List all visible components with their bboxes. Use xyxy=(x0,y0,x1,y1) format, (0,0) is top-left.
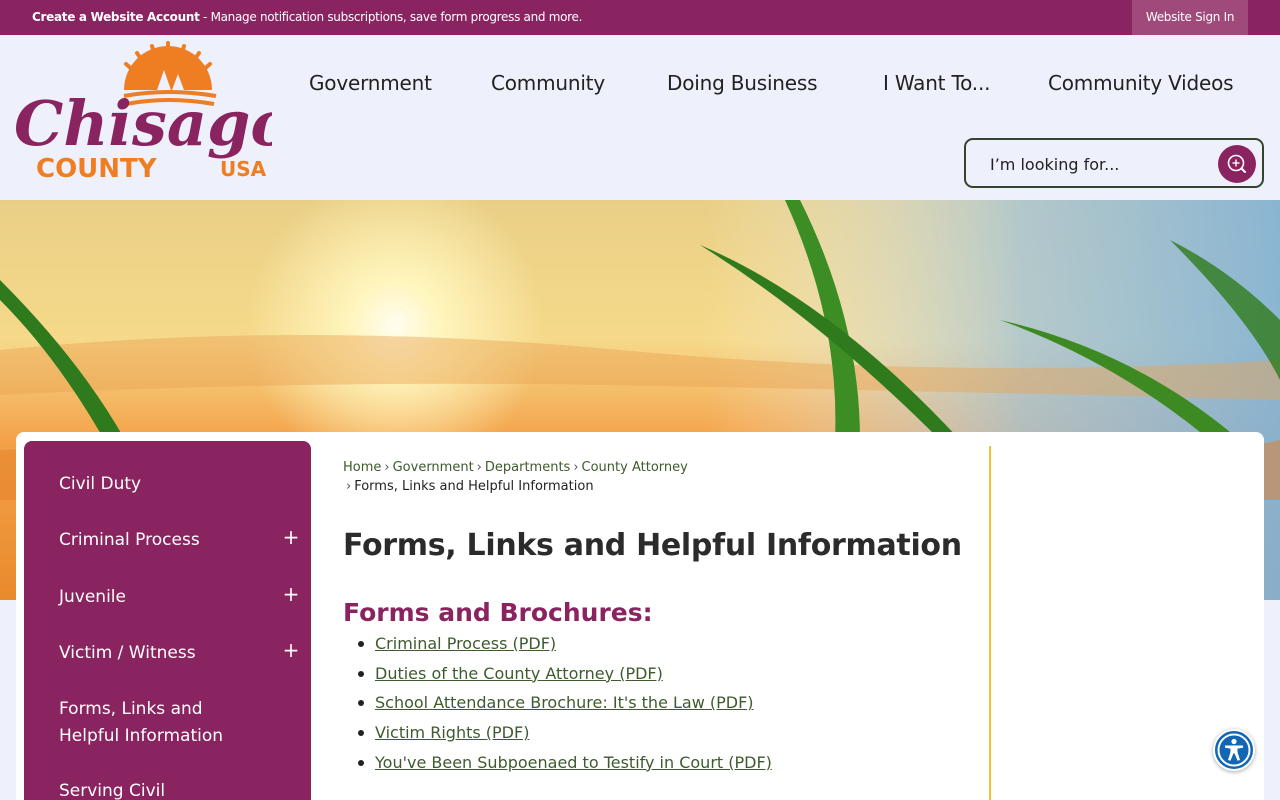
account-message: Create a Website Account - Manage notifi… xyxy=(32,10,582,24)
list-item: Criminal Process (PDF) xyxy=(358,633,772,663)
doc-link-criminal-process[interactable]: Criminal Process (PDF) xyxy=(375,634,556,653)
list-item: Victim Rights (PDF) xyxy=(358,722,772,752)
search-box xyxy=(964,138,1264,188)
sidebar-item-criminal-process[interactable]: Criminal Process xyxy=(59,527,259,554)
breadcrumb-separator: › xyxy=(476,460,482,475)
breadcrumb-separator: › xyxy=(346,479,352,494)
search-button[interactable] xyxy=(1218,145,1256,183)
nav-community-videos[interactable]: Community Videos xyxy=(1048,71,1234,95)
breadcrumb-county-attorney[interactable]: County Attorney xyxy=(582,460,688,475)
sidebar-item-civil-duty[interactable]: Civil Duty xyxy=(59,471,259,498)
nav-community[interactable]: Community xyxy=(491,71,605,95)
breadcrumb-government[interactable]: Government xyxy=(393,460,474,475)
plus-icon[interactable]: + xyxy=(282,638,300,662)
doc-link-school-attendance[interactable]: School Attendance Brochure: It's the Law… xyxy=(375,693,754,712)
document-list: Criminal Process (PDF) Duties of the Cou… xyxy=(358,633,772,782)
plus-icon[interactable]: + xyxy=(282,525,300,549)
create-account-link[interactable]: Create a Website Account xyxy=(32,10,200,24)
sidebar-item-juvenile[interactable]: Juvenile xyxy=(59,584,259,611)
breadcrumb: Home › Government › Departments › County Attor… xyxy=(343,458,763,496)
top-bar: Create a Website Account - Manage notifi… xyxy=(0,0,1280,35)
breadcrumb-separator: › xyxy=(573,460,579,475)
content-divider xyxy=(989,446,991,800)
page-title: Forms, Links and Helpful Information xyxy=(343,528,962,563)
accessibility-button[interactable] xyxy=(1213,729,1255,771)
nav-i-want-to[interactable]: I Want To... xyxy=(883,71,990,95)
doc-link-victim-rights[interactable]: Victim Rights (PDF) xyxy=(375,723,529,742)
doc-link-subpoenaed[interactable]: You've Been Subpoenaed to Testify in Cou… xyxy=(375,753,772,772)
logo-wordmark: Chisago xyxy=(14,87,272,160)
account-description: - Manage notification subscriptions, sav… xyxy=(199,10,583,24)
list-item: School Attendance Brochure: It's the Law… xyxy=(358,692,772,722)
logo-usa: USA xyxy=(220,157,267,180)
nav-doing-business[interactable]: Doing Business xyxy=(667,71,818,95)
plus-icon[interactable]: + xyxy=(282,582,300,606)
accessibility-icon xyxy=(1217,733,1251,767)
chisago-county-logo[interactable]: Chisago COUNTY USA xyxy=(12,40,272,180)
breadcrumb-separator: › xyxy=(384,460,390,475)
sidebar-item-serving-civil[interactable]: Serving Civil xyxy=(59,778,259,800)
breadcrumb-current: Forms, Links and Helpful Information xyxy=(354,479,594,494)
search-input[interactable] xyxy=(990,152,1210,176)
logo-county: COUNTY xyxy=(36,154,158,180)
list-item: Duties of the County Attorney (PDF) xyxy=(358,663,772,693)
website-sign-in-button[interactable]: Website Sign In xyxy=(1132,0,1248,35)
sidebar-item-victim-witness[interactable]: Victim / Witness xyxy=(59,640,259,667)
breadcrumb-home[interactable]: Home xyxy=(343,460,381,475)
sidebar-nav: Civil Duty Criminal Process + Juvenile +… xyxy=(24,441,311,800)
section-heading: Forms and Brochures: xyxy=(343,598,653,627)
nav-government[interactable]: Government xyxy=(309,71,432,95)
search-icon xyxy=(1227,154,1246,173)
breadcrumb-departments[interactable]: Departments xyxy=(485,460,570,475)
site-header: Chisago COUNTY USA Government Community … xyxy=(0,35,1280,200)
doc-link-duties-county-attorney[interactable]: Duties of the County Attorney (PDF) xyxy=(375,664,663,683)
list-item: You've Been Subpoenaed to Testify in Cou… xyxy=(358,752,772,782)
sidebar-item-forms-links[interactable]: Forms, Links and Helpful Information xyxy=(59,696,259,750)
